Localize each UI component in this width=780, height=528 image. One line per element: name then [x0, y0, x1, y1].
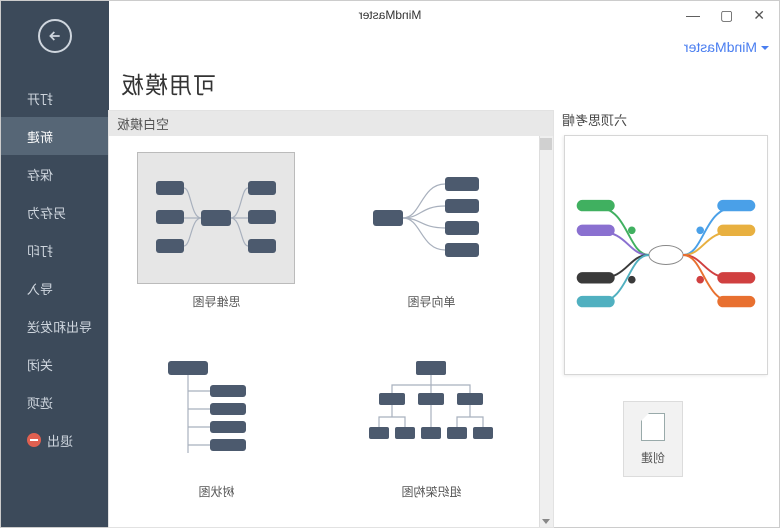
scroll-down-icon[interactable]	[542, 519, 550, 524]
window-close-icon[interactable]: ✕	[753, 7, 765, 24]
template-label: 组织架构图	[402, 483, 462, 500]
template-onedirection[interactable]: 单向导图	[324, 136, 539, 326]
preview-column: 六顶思考帽	[554, 110, 768, 528]
template-label: 思维导图	[193, 293, 241, 310]
scrollbar[interactable]	[539, 136, 553, 527]
window-minimize-icon[interactable]: —	[686, 7, 700, 24]
create-label: 创建	[641, 449, 665, 466]
menu-exit[interactable]: 退出	[1, 421, 109, 459]
back-button[interactable]	[38, 19, 72, 53]
window-maximize-icon[interactable]: ▢	[720, 7, 733, 24]
title-bar: ✕ ▢ — MindMaster	[1, 1, 779, 29]
menu-export-send[interactable]: 导出和发送	[1, 307, 109, 345]
chevron-down-icon	[761, 46, 769, 50]
sidebar: 打开 新建 保存 另存为 打印 导入 导出和发送 关闭 选项 退出	[1, 1, 109, 527]
menu-import[interactable]: 导入	[1, 269, 109, 307]
menu-new[interactable]: 新建	[1, 117, 109, 155]
page-icon	[641, 413, 665, 441]
exit-icon	[27, 433, 41, 447]
preview-image	[571, 165, 761, 345]
section-header: 空白模板	[109, 111, 553, 136]
menu-open[interactable]: 打开	[1, 79, 109, 117]
template-label: 单向导图	[408, 293, 456, 310]
brand-dropdown[interactable]: MindMaster	[684, 39, 769, 55]
create-button[interactable]: 创建	[623, 401, 683, 477]
main-area: 可用模板 六顶思考帽	[108, 66, 768, 528]
menu-save[interactable]: 保存	[1, 155, 109, 193]
template-orgchart[interactable]: 组织架构图	[324, 326, 539, 516]
menu-close[interactable]: 关闭	[1, 345, 109, 383]
template-tree[interactable]: 树状图	[109, 326, 324, 516]
template-panel: 空白模板	[108, 110, 554, 528]
window-title: MindMaster	[359, 8, 422, 22]
template-label: 树状图	[199, 483, 235, 500]
menu-print[interactable]: 打印	[1, 231, 109, 269]
arrow-right-icon	[47, 28, 63, 44]
menu-save-as[interactable]: 另存为	[1, 193, 109, 231]
menu-options[interactable]: 选项	[1, 383, 109, 421]
template-mindmap[interactable]: 思维导图	[109, 136, 324, 326]
preview-heading: 六顶思考帽	[562, 110, 768, 129]
scroll-thumb[interactable]	[540, 138, 552, 150]
preview-thumbnail[interactable]	[564, 135, 768, 375]
page-title: 可用模板	[120, 66, 768, 100]
